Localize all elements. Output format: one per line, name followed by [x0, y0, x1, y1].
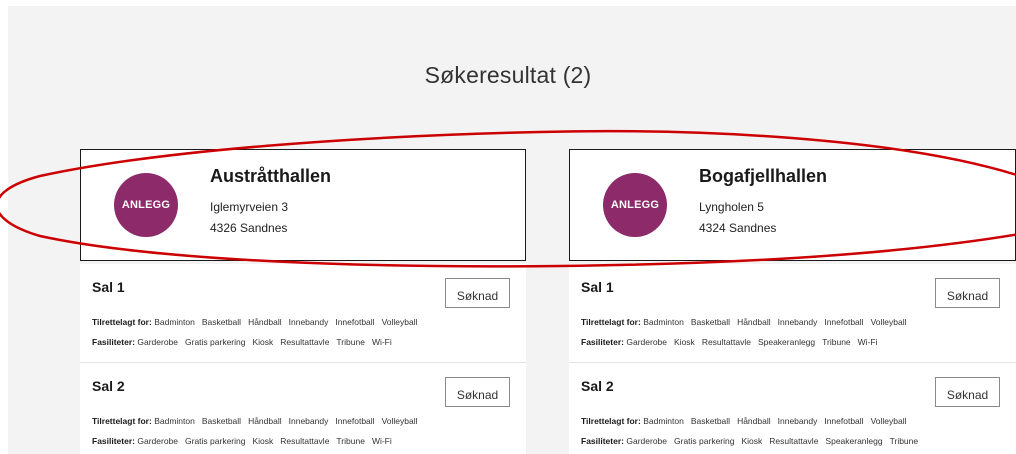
tag: Resultattavle [280, 436, 330, 446]
tag: Volleyball [381, 317, 418, 327]
tag: Innebandy [288, 416, 329, 426]
tag: Basketball [690, 416, 731, 426]
facility-card[interactable]: ANLEGG Austråtthallen Iglemyrveien 3 432… [80, 149, 526, 261]
facility-city: 4324 Sandnes [699, 221, 777, 235]
suitable-for-line: Tilrettelagt for: Badminton Basketball Hån… [92, 317, 424, 327]
tag: Håndball [248, 317, 282, 327]
facility-badge: ANLEGG [114, 173, 178, 237]
tag: Innefotball [335, 317, 375, 327]
tag: Resultattavle [769, 436, 819, 446]
tag: Volleyball [870, 416, 907, 426]
facilities-label: Fasiliteter: [92, 337, 135, 347]
suitable-for-label: Tilrettelagt for: [581, 416, 641, 426]
tag: Kiosk [674, 337, 695, 347]
tag: Resultattavle [701, 337, 751, 347]
tag: Garderobe [626, 337, 668, 347]
facility-card[interactable]: ANLEGG Bogafjellhallen Lyngholen 5 4324 … [569, 149, 1016, 261]
tag: Innefotball [824, 317, 864, 327]
hall-name: Sal 1 [581, 279, 614, 295]
hall-card: Sal 1 Søknad Tilrettelagt for: Badminton… [569, 264, 1016, 363]
tag: Wi-Fi [371, 337, 392, 347]
facilities-line: Fasiliteter: Garderobe Gratis parkering Ki… [92, 337, 399, 347]
hall-name: Sal 2 [92, 378, 125, 394]
suitable-for-tags: Badminton Basketball Håndball Innebandy Inne… [154, 416, 424, 426]
facility-name[interactable]: Bogafjellhallen [699, 166, 827, 187]
tag: Garderobe [137, 337, 179, 347]
facility-column: ANLEGG Austråtthallen Iglemyrveien 3 432… [80, 149, 526, 454]
tag: Volleyball [870, 317, 907, 327]
facilities-tags: Garderobe Gratis parkering Kiosk Resultatta… [137, 337, 398, 347]
suitable-for-tags: Badminton Basketball Håndball Innebandy Inne… [643, 416, 913, 426]
facility-city: 4326 Sandnes [210, 221, 288, 235]
tag: Basketball [690, 317, 731, 327]
apply-button[interactable]: Søknad [445, 278, 510, 308]
tag: Innebandy [777, 416, 818, 426]
tag: Basketball [201, 317, 242, 327]
tag: Kiosk [252, 337, 274, 347]
tag: Tribune [336, 436, 365, 446]
suitable-for-label: Tilrettelagt for: [92, 416, 152, 426]
facilities-tags: Garderobe Gratis parkering Kiosk Resultatta… [626, 436, 925, 446]
suitable-for-tags: Badminton Basketball Håndball Innebandy Inne… [154, 317, 424, 327]
tag: Kiosk [741, 436, 763, 446]
tag: Håndball [737, 416, 771, 426]
tag: Tribune [822, 337, 851, 347]
suitable-for-line: Tilrettelagt for: Badminton Basketball Hån… [581, 416, 913, 426]
facilities-line: Fasiliteter: Garderobe Gratis parkering Ki… [92, 436, 399, 446]
tag: Badminton [643, 317, 684, 327]
tag: Basketball [201, 416, 242, 426]
suitable-for-line: Tilrettelagt for: Badminton Basketball Hån… [581, 317, 913, 327]
facilities-label: Fasiliteter: [581, 337, 624, 347]
facilities-line: Fasiliteter: Garderobe Kiosk Resultattavle… [581, 337, 884, 347]
suitable-for-label: Tilrettelagt for: [92, 317, 152, 327]
facility-column: ANLEGG Bogafjellhallen Lyngholen 5 4324 … [569, 149, 1016, 454]
tag: Wi-Fi [857, 337, 878, 347]
tag: Wi-Fi [371, 436, 392, 446]
apply-button[interactable]: Søknad [935, 278, 1000, 308]
tag: Volleyball [381, 416, 418, 426]
tag: Gratis parkering [185, 436, 246, 446]
facilities-tags: Garderobe Gratis parkering Kiosk Resultatta… [137, 436, 398, 446]
facilities-label: Fasiliteter: [92, 436, 135, 446]
tag: Tribune [889, 436, 919, 446]
facilities-tags: Garderobe Kiosk Resultattavle Speakeranlegg… [626, 337, 884, 347]
tag: Speakeranlegg [825, 436, 883, 446]
facility-name[interactable]: Austråtthallen [210, 166, 331, 187]
suitable-for-tags: Badminton Basketball Håndball Innebandy Inne… [643, 317, 913, 327]
tag: Innebandy [288, 317, 329, 327]
tag: Håndball [248, 416, 282, 426]
facility-badge: ANLEGG [603, 173, 667, 237]
facility-street: Iglemyrveien 3 [210, 200, 289, 214]
tag: Gratis parkering [674, 436, 735, 446]
facility-street: Lyngholen 5 [699, 200, 764, 214]
tag: Tribune [336, 337, 365, 347]
apply-button[interactable]: Søknad [935, 377, 1000, 407]
tag: Gratis parkering [185, 337, 246, 347]
hall-name: Sal 2 [581, 378, 614, 394]
facilities-line: Fasiliteter: Garderobe Gratis parkering Ki… [581, 436, 925, 446]
tag: Speakeranlegg [757, 337, 816, 347]
suitable-for-line: Tilrettelagt for: Badminton Basketball Hån… [92, 416, 424, 426]
tag: Innefotball [335, 416, 375, 426]
hall-card: Sal 2 Søknad Tilrettelagt for: Badminton… [569, 363, 1016, 454]
tag: Innebandy [777, 317, 818, 327]
tag: Badminton [154, 317, 195, 327]
tag: Innefotball [824, 416, 864, 426]
apply-button[interactable]: Søknad [445, 377, 510, 407]
suitable-for-label: Tilrettelagt for: [581, 317, 641, 327]
tag: Garderobe [137, 436, 179, 446]
facilities-label: Fasiliteter: [581, 436, 624, 446]
hall-card: Sal 1 Søknad Tilrettelagt for: Badminton… [80, 264, 526, 363]
page-title: Søkeresultat (2) [424, 62, 592, 88]
tag: Håndball [737, 317, 771, 327]
hall-name: Sal 1 [92, 279, 125, 295]
hall-card: Sal 2 Søknad Tilrettelagt for: Badminton… [80, 363, 526, 454]
tag: Kiosk [252, 436, 274, 446]
tag: Badminton [154, 416, 195, 426]
tag: Badminton [643, 416, 684, 426]
tag: Garderobe [626, 436, 668, 446]
page: Søkeresultat (2) ANLEGG Austråtthallen I… [0, 0, 1016, 454]
tag: Resultattavle [280, 337, 330, 347]
